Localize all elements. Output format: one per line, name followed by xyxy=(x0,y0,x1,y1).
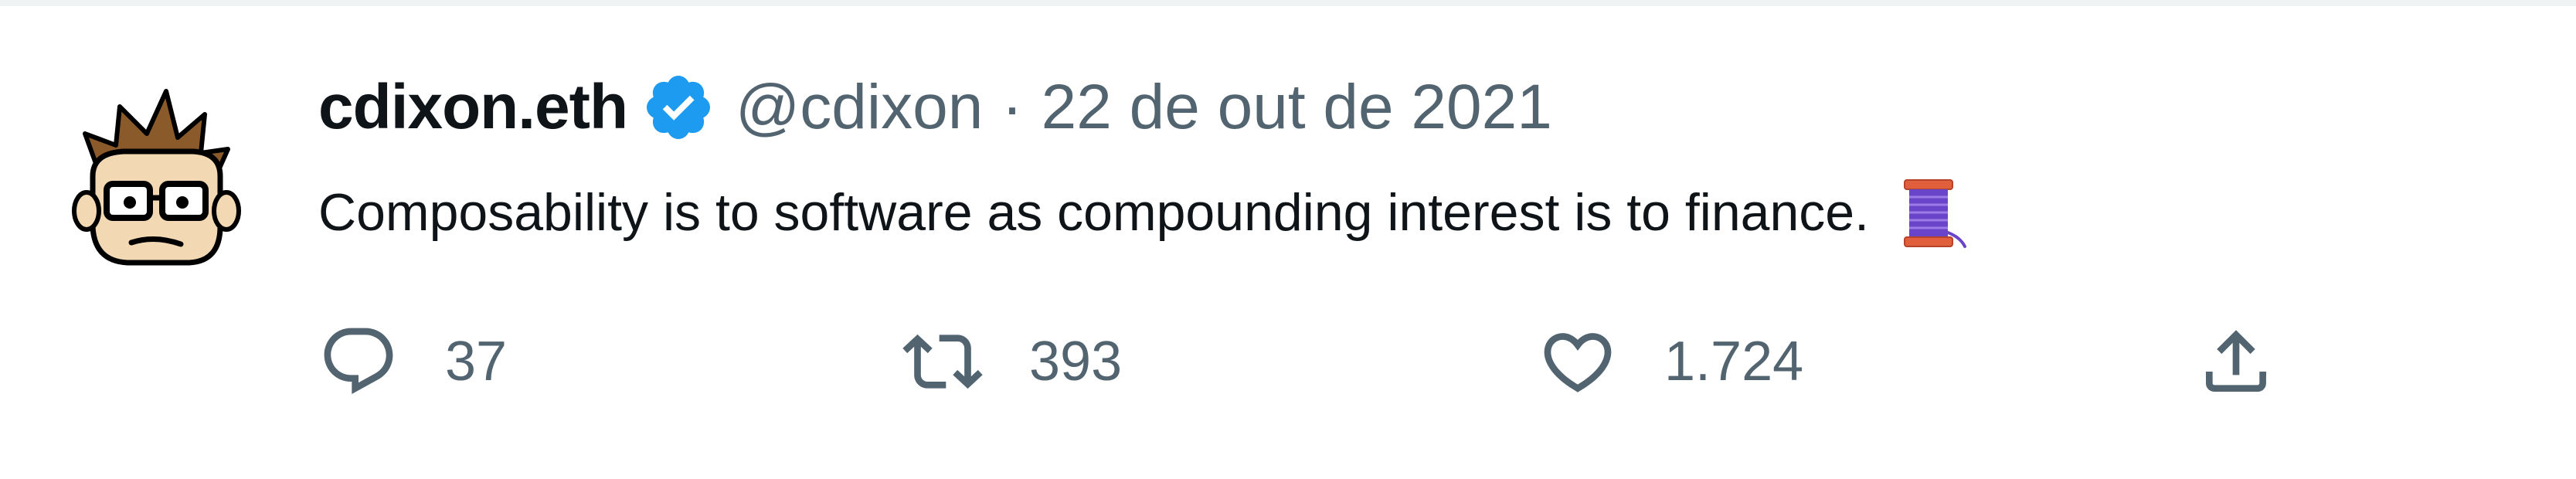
share-icon xyxy=(2196,321,2276,402)
thread-spool-icon xyxy=(1898,175,1968,250)
tweet-header: cdixon.eth @cdixon · 22 de out de 2021 xyxy=(318,65,1552,150)
separator: · xyxy=(1001,72,1023,142)
like-count: 1.724 xyxy=(1664,331,1804,392)
verified-badge-icon xyxy=(641,70,715,144)
share-button[interactable] xyxy=(2196,315,2276,408)
cartoon-avatar-icon xyxy=(39,60,270,292)
reply-icon xyxy=(318,321,399,402)
divider xyxy=(0,0,2576,6)
heart-icon xyxy=(1538,321,1618,402)
reply-button[interactable]: 37 xyxy=(318,315,507,408)
avatar[interactable] xyxy=(39,60,270,292)
author-handle[interactable]: @cdixon xyxy=(736,71,983,144)
tweet-text-content: Composability is to software as compound… xyxy=(318,183,1869,242)
retweet-button[interactable]: 393 xyxy=(902,315,1122,408)
tweet-text: Composability is to software as compound… xyxy=(318,174,1968,251)
tweet-date[interactable]: 22 de out de 2021 xyxy=(1042,71,1552,144)
reply-count: 37 xyxy=(445,331,508,392)
tweet-actions: 37 393 1.724 xyxy=(318,315,2296,408)
retweet-count: 393 xyxy=(1029,331,1123,392)
retweet-icon xyxy=(902,321,983,402)
author-name[interactable]: cdixon.eth xyxy=(318,71,628,144)
like-button[interactable]: 1.724 xyxy=(1538,315,1803,408)
